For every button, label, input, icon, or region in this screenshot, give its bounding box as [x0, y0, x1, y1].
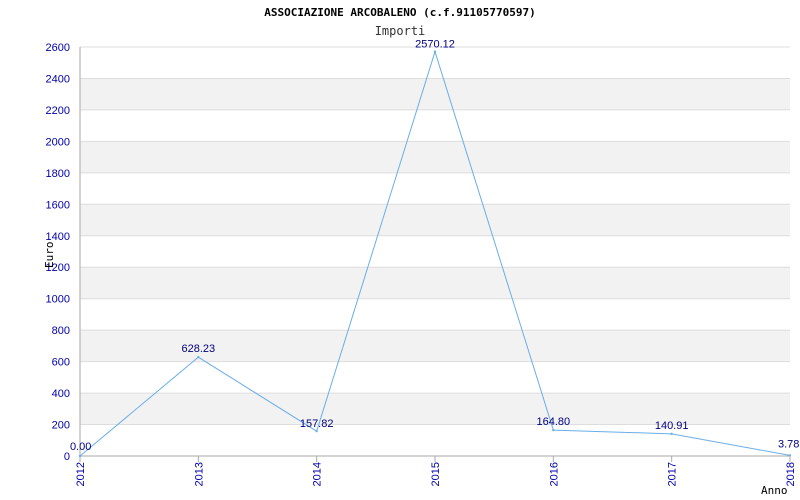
- data-label: 140.91: [655, 420, 689, 432]
- y-tick-label: 2600: [46, 42, 70, 54]
- plot-bands: [80, 78, 790, 425]
- data-label: 3.78: [778, 438, 799, 450]
- data-point: [670, 432, 673, 436]
- x-tick-label: 2014: [312, 462, 324, 486]
- y-tick-label: 600: [52, 357, 70, 369]
- data-point: [315, 429, 318, 433]
- data-label: 0.00: [70, 441, 91, 453]
- x-axis-title: Anno: [761, 484, 788, 497]
- y-tick-label: 800: [52, 325, 70, 337]
- plot-band: [80, 141, 790, 173]
- data-point: [433, 50, 437, 53]
- data-point: [552, 428, 555, 432]
- data-point: [78, 454, 82, 458]
- plot-band: [80, 267, 790, 299]
- line-chart: 0200400600800100012001400160018002000220…: [43, 39, 799, 497]
- data-label: 164.80: [537, 416, 571, 428]
- y-tick-label: 1400: [46, 231, 70, 243]
- plot-band: [80, 204, 790, 236]
- y-tick-label: 2000: [46, 136, 70, 148]
- y-tick-label: 400: [52, 388, 70, 400]
- data-point: [197, 355, 200, 359]
- x-tick-label: 2018: [785, 462, 797, 486]
- plot-band: [80, 78, 790, 110]
- x-tick-label: 2016: [548, 462, 560, 486]
- data-point: [788, 454, 792, 457]
- x-tick-label: 2012: [75, 462, 87, 486]
- y-tick-label: 1000: [46, 294, 70, 306]
- y-axis-title: Euro: [43, 242, 56, 269]
- y-tick-label: 1600: [46, 199, 70, 211]
- y-tick-label: 1800: [46, 168, 70, 180]
- data-label: 2570.12: [415, 39, 455, 51]
- x-axis-ticks: 2012 2013 2014 2015 2016 2017 2018: [75, 456, 797, 486]
- y-tick-label: 200: [52, 420, 70, 432]
- x-tick-label: 2017: [667, 462, 679, 486]
- y-tick-label: 2400: [46, 73, 70, 85]
- y-tick-label: 2200: [46, 105, 70, 117]
- x-tick-label: 2013: [193, 462, 205, 486]
- data-label: 628.23: [182, 343, 216, 355]
- x-tick-label: 2015: [430, 462, 442, 486]
- data-label: 157.82: [300, 418, 334, 430]
